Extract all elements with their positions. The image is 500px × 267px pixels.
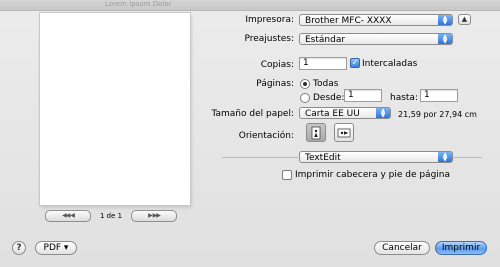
pages-from-field[interactable]: 1 — [344, 89, 382, 102]
pages-to-label: hasta: — [390, 93, 418, 103]
printer-popup[interactable]: Brother MFC- XXXX ▲ ▼ — [299, 14, 453, 26]
print-button[interactable]: Imprimir — [435, 241, 487, 255]
preview-pager: ◀◀ ◀ 1 de 1 ▶ ▶▶ — [45, 209, 177, 222]
pages-label: Páginas: — [256, 79, 294, 89]
portrait-orientation-icon — [311, 126, 321, 139]
cancel-button[interactable]: Cancelar — [374, 241, 430, 255]
app-options-popup[interactable]: TextEdit ▲ ▼ — [299, 151, 453, 163]
paper-size-label: Tamaño del papel: — [211, 109, 295, 119]
disclosure-button[interactable]: ▲ — [458, 14, 471, 25]
presets-popup[interactable]: Estándar ▲ ▼ — [299, 33, 453, 45]
pages-to-field[interactable]: 1 — [420, 89, 458, 102]
previous-page-button[interactable]: ◀◀ ◀ — [45, 209, 91, 222]
next-page-button[interactable]: ▶ ▶▶ — [131, 209, 177, 222]
presets-value: Estándar — [305, 35, 346, 45]
copies-field[interactable]: 1 — [299, 57, 347, 70]
help-button[interactable]: ? — [12, 241, 26, 255]
header-footer-checkbox[interactable] — [282, 170, 292, 180]
printer-value: Brother MFC- XXXX — [305, 16, 392, 26]
printer-label: Impresora: — [245, 15, 294, 25]
landscape-orientation-icon — [337, 128, 351, 137]
pages-range-radio[interactable] — [300, 93, 310, 103]
pages-from-label: Desde: — [313, 93, 345, 103]
popup-arrows-icon: ▲ ▼ — [438, 15, 452, 26]
portrait-button[interactable] — [306, 123, 326, 142]
popup-arrows-icon: ▲ ▼ — [438, 34, 452, 45]
paper-size-value: Carta EE UU — [305, 109, 360, 119]
section-divider-left — [222, 157, 298, 158]
print-dialog: Lorem Ipsum Dolor ◀◀ ◀ 1 de 1 ▶ ▶▶ Impre… — [0, 0, 500, 267]
pages-all-label: Todas — [313, 79, 339, 89]
landscape-button[interactable] — [334, 123, 354, 142]
orientation-label: Orientación: — [238, 131, 294, 141]
app-options-value: TextEdit — [305, 153, 341, 163]
presets-label: Preajustes: — [244, 34, 294, 44]
title-strip: Lorem Ipsum Dolor — [0, 0, 500, 11]
page-preview — [40, 13, 190, 205]
popup-arrows-icon: ▲ ▼ — [376, 108, 390, 119]
pages-all-radio[interactable] — [300, 79, 310, 89]
ghost-title: Lorem Ipsum Dolor — [105, 0, 172, 8]
copies-label: Copias: — [260, 60, 294, 70]
popup-arrows-icon: ▲ ▼ — [438, 152, 452, 163]
collate-label: Intercaladas — [362, 59, 418, 69]
page-indicator: 1 de 1 — [99, 211, 123, 220]
pdf-menu-button[interactable]: PDF ▾ — [35, 241, 77, 255]
collate-checkbox[interactable]: ✓ — [350, 58, 360, 68]
paper-size-popup[interactable]: Carta EE UU ▲ ▼ — [299, 107, 391, 119]
header-footer-label: Imprimir cabecera y pie de página — [295, 170, 451, 180]
paper-dimensions: 21,59 por 27,94 cm — [398, 110, 477, 119]
